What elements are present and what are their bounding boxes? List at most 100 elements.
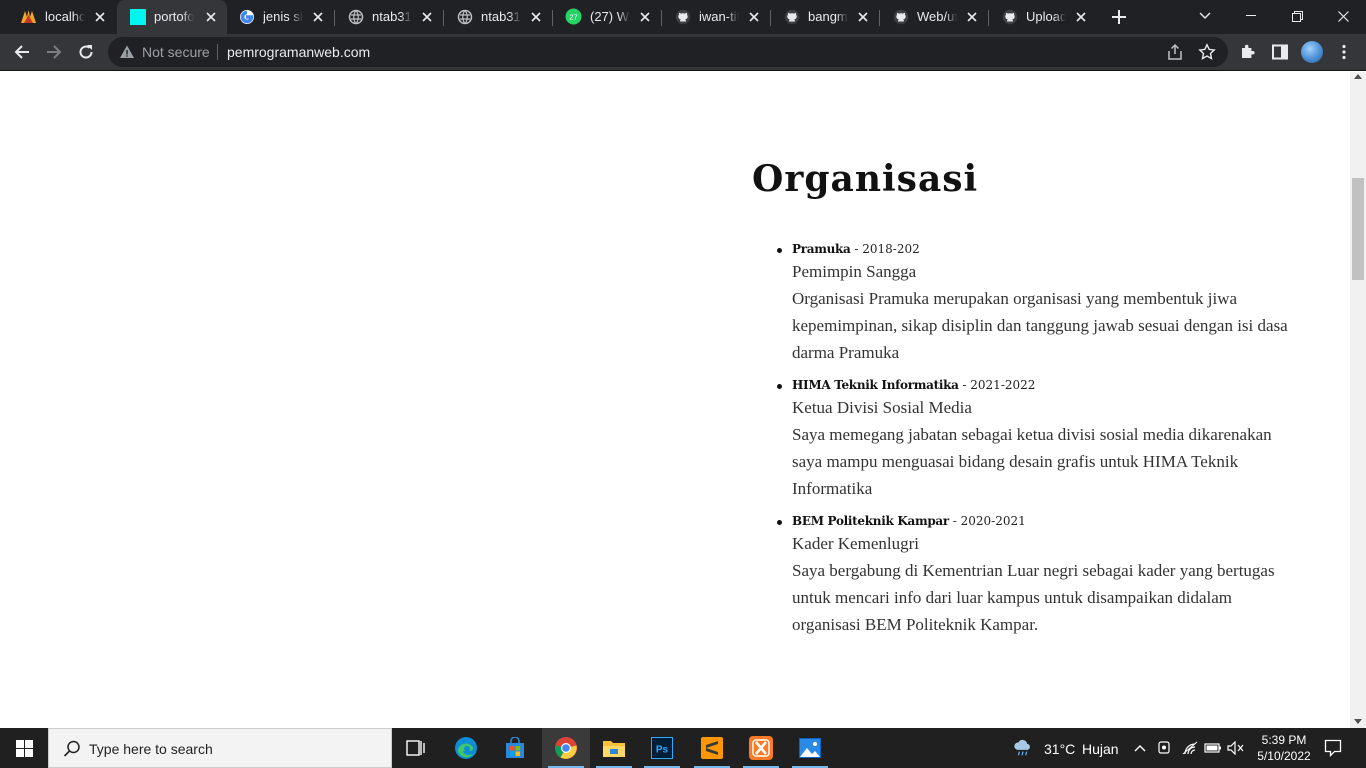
puzzle-icon xyxy=(1242,44,1255,58)
taskbar-photoshop[interactable]: Ps xyxy=(638,728,686,768)
taskbar-search-box[interactable]: Type here to search xyxy=(48,728,392,768)
tab-web-utama[interactable]: Web/utama xyxy=(880,0,988,34)
tab-portofolio[interactable]: portofolio xyxy=(117,0,227,34)
organization-item: Pramuka - 2018-202 Pemimpin Sangga Organ… xyxy=(777,240,1292,366)
kebab-menu-icon xyxy=(1342,44,1346,60)
forward-button[interactable] xyxy=(39,37,69,67)
close-icon xyxy=(1337,10,1349,22)
tab-search-button[interactable] xyxy=(1182,0,1228,32)
store-icon xyxy=(506,737,524,758)
star-icon[interactable] xyxy=(1198,43,1216,61)
system-clock[interactable]: 5:39 PM 5/10/2022 xyxy=(1254,732,1314,764)
weather-temp[interactable]: 31°C xyxy=(1044,741,1075,757)
close-icon[interactable] xyxy=(746,9,762,25)
tab-localhost[interactable]: localhost xyxy=(8,0,116,34)
security-label[interactable]: Not secure xyxy=(142,44,210,60)
close-icon[interactable] xyxy=(419,9,435,25)
plus-icon xyxy=(1112,10,1126,24)
task-view-icon xyxy=(406,740,425,756)
clock-date: 5/10/2022 xyxy=(1257,749,1311,763)
close-icon[interactable] xyxy=(92,9,108,25)
organization-name: HIMA Teknik Informatika xyxy=(792,378,959,392)
organization-header: Pramuka - 2018-202 xyxy=(792,240,1292,258)
organization-period: - 2018-202 xyxy=(850,242,920,256)
battery-icon[interactable] xyxy=(1203,738,1223,758)
organization-period: - 2020-2021 xyxy=(948,514,1026,528)
menu-button[interactable] xyxy=(1332,40,1356,64)
taskbar-edge[interactable] xyxy=(442,728,490,768)
organization-role: Kader Kemenlugri xyxy=(792,534,919,553)
taskbar-xampp[interactable] xyxy=(737,728,785,768)
close-icon[interactable] xyxy=(528,9,544,25)
taskbar-sublime-text[interactable] xyxy=(688,728,736,768)
tab-ntab31-1[interactable]: ntab31.net xyxy=(335,0,443,34)
restore-button[interactable] xyxy=(1274,0,1320,32)
close-window-button[interactable] xyxy=(1320,0,1366,32)
tab-title: Upload files xyxy=(1026,9,1066,24)
github-icon xyxy=(892,8,909,25)
close-icon[interactable] xyxy=(964,9,980,25)
clock-time: 5:39 PM xyxy=(1261,733,1307,747)
organization-name: Pramuka xyxy=(792,242,851,256)
omnibox-divider xyxy=(217,44,218,60)
weather-condition[interactable]: Hujan xyxy=(1082,741,1119,757)
scroll-up-arrow-icon[interactable] xyxy=(1354,74,1362,79)
tab-iwan-tif[interactable]: iwan-tif xyxy=(662,0,770,34)
tab-title: bangmas xyxy=(808,9,848,24)
xampp-icon xyxy=(20,8,37,25)
close-icon[interactable] xyxy=(310,9,326,25)
tab-jenis-skill[interactable]: jenis skill xyxy=(226,0,334,34)
start-button[interactable] xyxy=(0,728,48,768)
address-bar[interactable]: Not secure pemrogramanweb.com xyxy=(108,37,1228,67)
vertical-scrollbar[interactable] xyxy=(1350,72,1366,728)
organization-role: Ketua Divisi Sosial Media xyxy=(792,398,972,417)
tab-ntab31-2[interactable]: ntab31.net xyxy=(444,0,552,34)
github-icon xyxy=(783,8,800,25)
close-icon[interactable] xyxy=(855,9,871,25)
tab-upload-files[interactable]: Upload files xyxy=(989,0,1097,34)
tab-bangmas[interactable]: bangmas xyxy=(771,0,879,34)
notifications-icon[interactable] xyxy=(1323,738,1343,758)
back-button[interactable] xyxy=(7,37,37,67)
chrome-icon xyxy=(555,737,577,759)
github-icon xyxy=(674,8,691,25)
taskbar-store[interactable] xyxy=(491,728,539,768)
photoshop-icon: Ps xyxy=(651,737,673,759)
taskbar-photos[interactable] xyxy=(786,728,834,768)
volume-muted-icon[interactable] xyxy=(1226,738,1246,758)
extensions-button[interactable] xyxy=(1236,40,1260,64)
minimize-button[interactable] xyxy=(1228,0,1274,32)
organization-header: HIMA Teknik Informatika - 2021-2022 xyxy=(792,376,1292,394)
tab-whatsapp[interactable]: 27 (27) WhatsApp xyxy=(553,0,661,34)
url-text[interactable]: pemrogramanweb.com xyxy=(227,44,370,60)
task-view-button[interactable] xyxy=(392,728,440,768)
globe-icon xyxy=(347,8,364,25)
svg-text:27: 27 xyxy=(569,13,577,22)
organization-list: Pramuka - 2018-202 Pemimpin Sangga Organ… xyxy=(777,240,1292,648)
taskbar-file-explorer[interactable] xyxy=(590,728,638,768)
profile-avatar[interactable] xyxy=(1301,41,1323,63)
github-icon xyxy=(1001,8,1018,25)
close-icon[interactable] xyxy=(203,9,219,25)
sublime-text-icon xyxy=(701,737,723,759)
scroll-thumb[interactable] xyxy=(1352,178,1364,280)
reload-button[interactable] xyxy=(71,37,101,67)
scroll-down-arrow-icon[interactable] xyxy=(1354,719,1362,724)
globe-icon xyxy=(456,8,473,25)
close-icon[interactable] xyxy=(1073,9,1089,25)
google-icon xyxy=(238,8,255,25)
wifi-icon[interactable] xyxy=(1180,738,1200,758)
organization-period: - 2021-2022 xyxy=(958,378,1036,392)
chevron-up-icon[interactable] xyxy=(1130,738,1150,758)
tab-title: ntab31.net xyxy=(481,9,521,24)
warning-icon[interactable] xyxy=(119,44,135,60)
windows-logo-icon xyxy=(15,739,33,757)
taskbar-chrome[interactable] xyxy=(542,728,590,768)
meet-now-icon[interactable] xyxy=(1155,738,1175,758)
weather-rain-icon[interactable] xyxy=(1013,738,1033,758)
new-tab-button[interactable] xyxy=(1108,6,1130,28)
folder-icon xyxy=(603,741,625,757)
close-icon[interactable] xyxy=(637,9,653,25)
share-icon[interactable] xyxy=(1166,43,1184,61)
side-panel-button[interactable] xyxy=(1268,40,1292,64)
